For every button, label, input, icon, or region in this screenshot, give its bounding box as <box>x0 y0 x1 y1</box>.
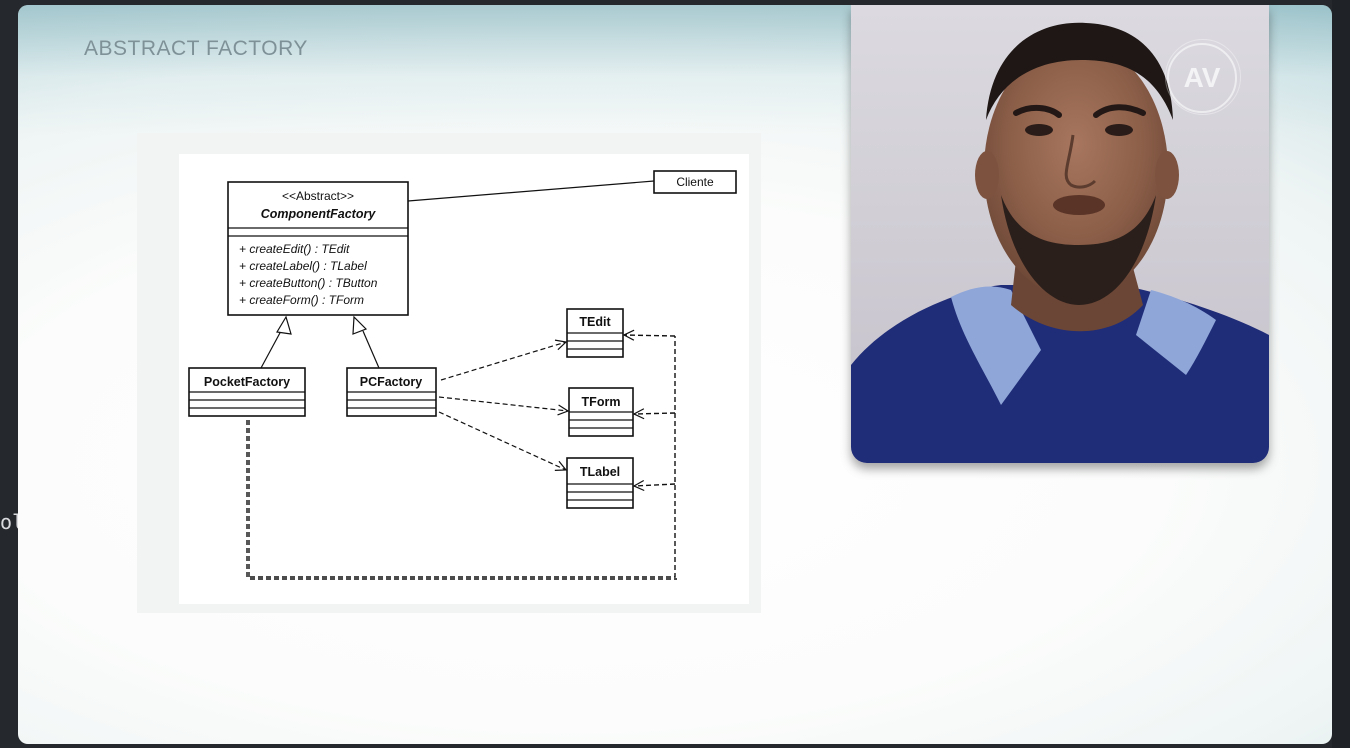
screen-frame: ol ABSTRACT FACTORY <<Abstract>> Compone… <box>0 0 1350 748</box>
presentation-slide: ABSTRACT FACTORY <<Abstract>> ComponentF… <box>18 5 1332 744</box>
tlabel-class: TLabel <box>566 457 634 509</box>
method-create-form: + createForm() : TForm <box>239 293 364 307</box>
channel-watermark-logo: AV <box>1167 43 1237 113</box>
tedit-class: TEdit <box>566 308 624 358</box>
client-association-line <box>407 180 655 202</box>
method-create-label: + createLabel() : TLabel <box>239 259 367 273</box>
slide-title: ABSTRACT FACTORY <box>84 37 308 60</box>
window-right-edge <box>1332 0 1350 748</box>
presenter-webcam: AV <box>851 5 1269 463</box>
method-create-button: + createButton() : TButton <box>239 276 378 290</box>
component-factory-class: <<Abstract>> ComponentFactory + createEd… <box>227 181 409 316</box>
component-factory-stereotype: <<Abstract>> <box>282 189 354 203</box>
component-factory-name: ComponentFactory <box>261 207 377 221</box>
client-class: Cliente <box>653 170 737 194</box>
pocket-factory-class: PocketFactory <box>188 367 306 417</box>
uml-class-diagram: <<Abstract>> ComponentFactory + createEd… <box>179 154 749 604</box>
pc-factory-dependencies <box>438 342 568 470</box>
tlabel-name: TLabel <box>580 465 620 479</box>
pc-factory-name: PCFactory <box>360 375 423 389</box>
pc-factory-class: PCFactory <box>346 367 437 417</box>
tedit-name: TEdit <box>579 315 611 329</box>
pocket-factory-dependencies <box>246 335 677 580</box>
method-create-edit: + createEdit() : TEdit <box>239 242 350 256</box>
client-name: Cliente <box>676 175 714 189</box>
inheritance-pc <box>352 315 380 369</box>
inheritance-pocket <box>260 315 292 369</box>
uml-diagram-svg: <<Abstract>> ComponentFactory + createEd… <box>188 170 737 580</box>
tform-name: TForm <box>582 395 621 409</box>
pocket-factory-name: PocketFactory <box>204 375 290 389</box>
tform-class: TForm <box>568 387 634 437</box>
